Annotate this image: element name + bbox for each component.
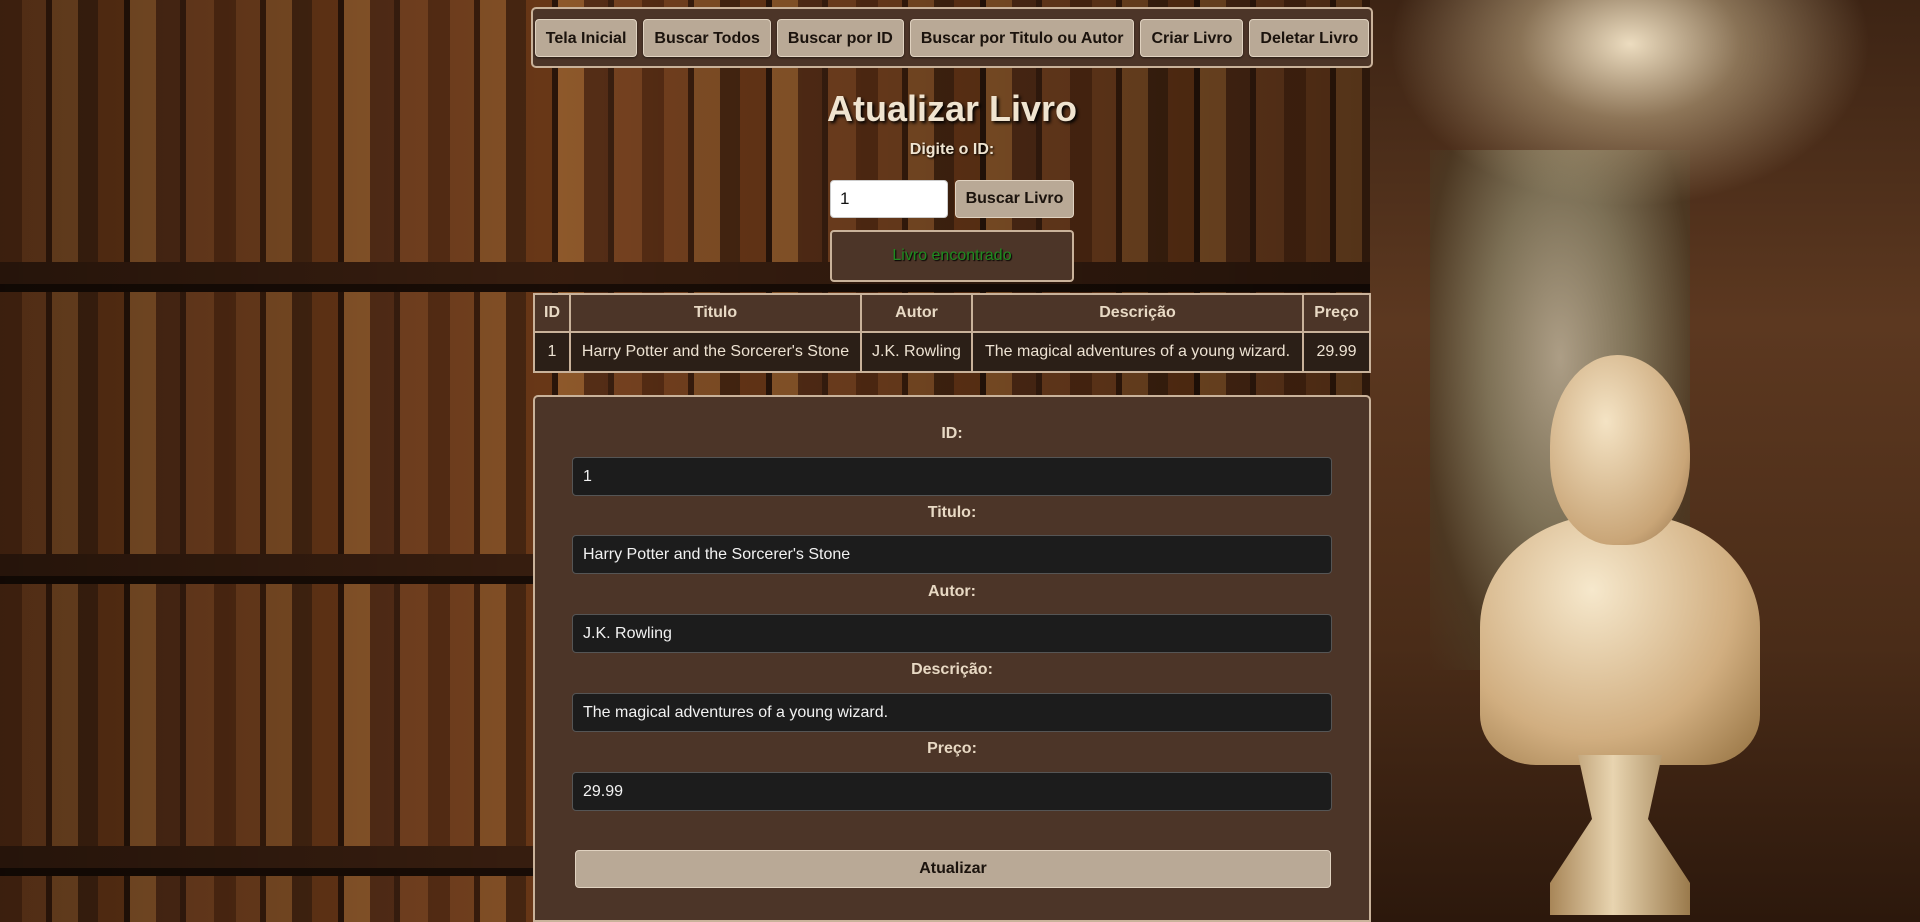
nav-find-all-button[interactable]: Buscar Todos [643,18,771,57]
update-book-form: ID: Titulo: Autor: Descrição: Preço: Atu… [533,395,1371,922]
nav-delete-book-button[interactable]: Deletar Livro [1249,18,1370,57]
nav-find-by-id-button[interactable]: Buscar por ID [776,18,904,57]
status-message: Livro encontrado [830,230,1074,282]
title-field-label: Titulo: [927,504,977,521]
top-navigation: Tela Inicial Buscar Todos Buscar por ID … [531,7,1373,68]
table-header-author: Autor [860,293,973,333]
book-table: ID Titulo Autor Descrição Preço 1 Harry … [533,293,1371,373]
chandelier-image [1370,0,1890,220]
id-field[interactable] [572,457,1332,496]
page-title: Atualizar Livro [826,88,1078,129]
id-field-label: ID: [941,425,963,442]
table-cell-id: 1 [533,331,571,373]
table-header-id: ID [533,293,571,333]
table-cell-title: Harry Potter and the Sorcerer's Stone [569,331,862,373]
nav-find-by-title-author-button[interactable]: Buscar por Titulo ou Autor [909,18,1135,57]
table-header-title: Titulo [569,293,862,333]
update-button[interactable]: Atualizar [575,850,1331,888]
nav-create-book-button[interactable]: Criar Livro [1140,18,1244,57]
table-cell-price: 29.99 [1302,331,1371,373]
author-field[interactable] [572,614,1332,653]
table-row: 1 Harry Potter and the Sorcerer's Stone … [533,331,1371,373]
price-field-label: Preço: [927,740,977,757]
table-cell-description: The magical adventures of a young wizard… [971,331,1304,373]
id-prompt-label: Digite o ID: [909,141,995,158]
search-book-button[interactable]: Buscar Livro [955,180,1074,218]
search-id-input[interactable] [830,180,948,218]
price-field[interactable] [572,772,1332,811]
author-field-label: Autor: [928,583,976,600]
table-header-row: ID Titulo Autor Descrição Preço [533,293,1371,333]
nav-home-button[interactable]: Tela Inicial [534,18,638,57]
title-field[interactable] [572,535,1332,574]
table-cell-author: J.K. Rowling [860,331,973,373]
description-field[interactable] [572,693,1332,732]
table-header-price: Preço [1302,293,1371,333]
description-field-label: Descrição: [911,661,993,678]
statue-bust-image [1470,355,1770,915]
table-header-description: Descrição [971,293,1304,333]
